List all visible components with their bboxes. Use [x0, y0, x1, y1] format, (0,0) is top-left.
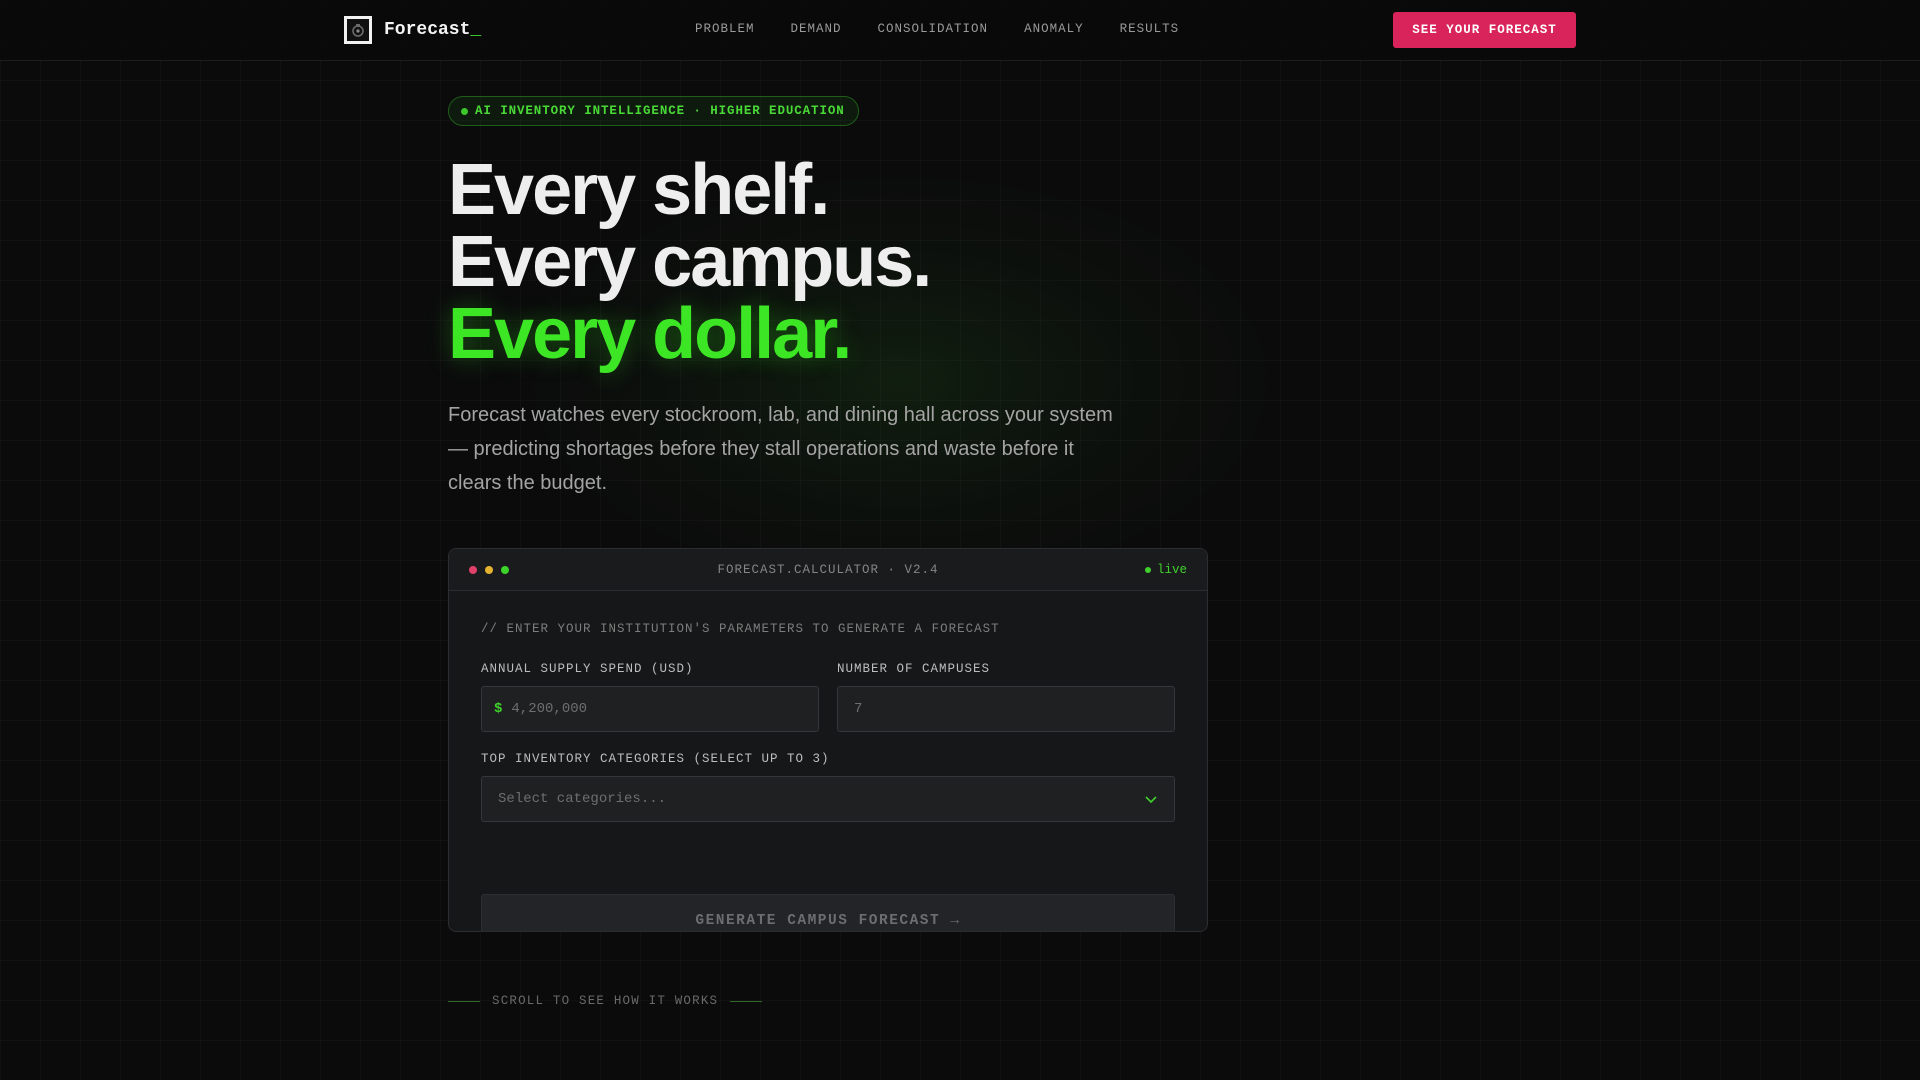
chevron-down-icon	[1144, 792, 1158, 806]
categories-placeholder: Select categories...	[498, 791, 667, 807]
maximize-dot-icon	[501, 566, 509, 574]
brand-name: Forecast_	[384, 20, 482, 40]
calculator-inputs-row: ANNUAL SUPPLY SPEND (USD) $ 4,200,000 NU…	[481, 662, 1175, 732]
logo-mark-icon	[344, 16, 372, 44]
calculator-body: // ENTER YOUR INSTITUTION'S PARAMETERS T…	[481, 622, 1175, 931]
window-controls	[469, 566, 509, 574]
scroll-hint-line-right	[730, 1000, 763, 1002]
scroll-hint: SCROLL TO SEE HOW IT WORKS	[448, 994, 763, 1008]
minimize-dot-icon	[485, 566, 493, 574]
categories-select[interactable]: Select categories...	[481, 776, 1175, 822]
live-status: live	[1144, 563, 1187, 577]
categories-label: TOP INVENTORY CATEGORIES (SELECT UP TO 3…	[481, 752, 830, 766]
nav-link-consolidation[interactable]: CONSOLIDATION	[878, 22, 989, 36]
campuses-label: NUMBER OF CAMPUSES	[837, 662, 991, 676]
headline-line-1: Every shelf.	[448, 150, 830, 230]
scroll-hint-line-left	[448, 1000, 480, 1002]
generate-forecast-button[interactable]: GENERATE CAMPUS FORECAST →	[481, 894, 1175, 931]
currency-symbol: $	[494, 701, 503, 717]
nav-link-anomaly[interactable]: ANOMALY	[1024, 22, 1084, 36]
headline-line-3: Every dollar.	[448, 294, 852, 374]
forecast-calculator: FORECAST.CALCULATOR · V2.4 live // ENTER…	[448, 548, 1208, 932]
spend-label: ANNUAL SUPPLY SPEND (USD)	[481, 662, 694, 676]
brand-logo[interactable]: Forecast_	[344, 16, 481, 44]
nav-link-problem[interactable]: PROBLEM	[695, 22, 755, 36]
see-your-forecast-button[interactable]: SEE YOUR FORECAST	[1393, 12, 1576, 48]
calculator-title: FORECAST.CALCULATOR · V2.4	[717, 562, 939, 577]
hero-lead: Forecast watches every stockroom, lab, a…	[448, 404, 1113, 494]
campuses-placeholder: 7	[854, 701, 863, 717]
hero-badge: AI INVENTORY INTELLIGENCE · HIGHER EDUCA…	[448, 96, 859, 126]
badge-dot-icon	[461, 107, 468, 115]
hero-headline: Every shelf. Every campus. Every dollar.	[448, 150, 932, 374]
headline-line-2: Every campus.	[448, 222, 932, 302]
nav-links: PROBLEM DEMAND CONSOLIDATION ANOMALY RES…	[695, 22, 1179, 36]
close-dot-icon	[469, 566, 477, 574]
annual-spend-placeholder: 4,200,000	[511, 701, 588, 717]
calculator-instructions: // ENTER YOUR INSTITUTION'S PARAMETERS T…	[481, 622, 1000, 636]
live-dot-icon	[1144, 567, 1151, 573]
campuses-field: NUMBER OF CAMPUSES 7	[837, 662, 1175, 732]
campuses-input[interactable]: 7	[837, 686, 1175, 732]
live-status-label: live	[1156, 563, 1187, 577]
categories-field: TOP INVENTORY CATEGORIES (SELECT UP TO 3…	[481, 752, 1175, 822]
top-navbar: Forecast_ PROBLEM DEMAND CONSOLIDATION A…	[0, 0, 1920, 61]
annual-spend-input[interactable]: $ 4,200,000	[481, 686, 819, 732]
nav-link-results[interactable]: RESULTS	[1120, 22, 1180, 36]
calculator-titlebar: FORECAST.CALCULATOR · V2.4 live	[449, 549, 1207, 591]
scroll-hint-text: SCROLL TO SEE HOW IT WORKS	[492, 994, 719, 1008]
spend-field: ANNUAL SUPPLY SPEND (USD) $ 4,200,000	[481, 662, 819, 732]
nav-link-demand[interactable]: DEMAND	[791, 22, 842, 36]
hero-badge-text: AI INVENTORY INTELLIGENCE · HIGHER EDUCA…	[475, 104, 845, 118]
